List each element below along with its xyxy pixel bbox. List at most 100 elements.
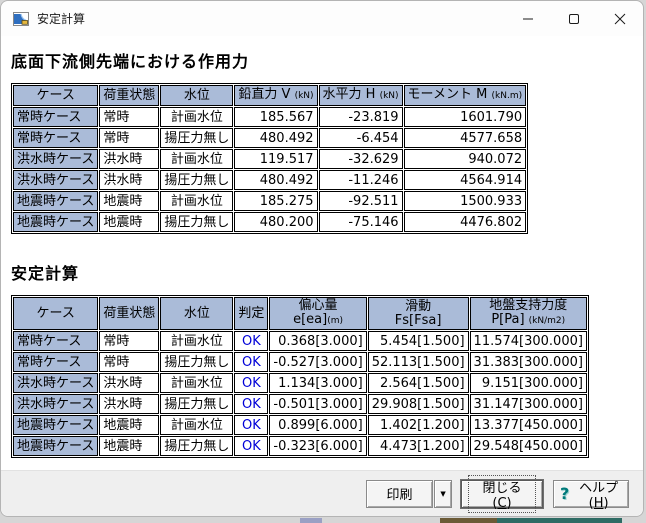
col-header-bearing-capacity: 地盤支持力度 P[Pa] (kN/m2) (469, 297, 587, 330)
cell-load: 常時 (99, 331, 160, 351)
cell-sliding: 5.454[1.500] (367, 331, 469, 351)
col-header-label: ケース (36, 306, 75, 321)
col-header-moment: モーメント M (kN.m) (403, 85, 527, 106)
help-question-icon: ? (560, 484, 570, 503)
cell-bearing-capacity: 13.377[450.000] (469, 415, 587, 435)
background-app-fragment (300, 518, 322, 523)
cell-case: 常時ケース (13, 107, 99, 127)
cell-load: 地震時 (99, 436, 160, 456)
cell-eccentricity: -0.501[3.000] (269, 394, 367, 414)
cell-eccentricity: 1.134[3.000] (269, 373, 367, 393)
col-header-case: ケース (13, 85, 99, 106)
cell-sliding: 29.908[1.500] (367, 394, 469, 414)
col-header-judgement: 判定 (234, 297, 269, 330)
cell-judgement: OK (234, 352, 269, 372)
col-header-level: 水位 (160, 297, 234, 330)
cell-bearing-capacity: 29.548[450.000] (469, 436, 587, 456)
close-button-label: 閉じる(C) (468, 474, 536, 513)
col-header-sublabel: e[ea](m) (273, 313, 362, 328)
cell-bearing-capacity: 9.151[300.000] (469, 373, 587, 393)
acting-forces-table: ケース 荷重状態 水位 鉛直力 V (kN) 水平力 H (kN) モーメント … (11, 83, 529, 234)
cell-eccentricity: 0.899[6.000] (269, 415, 367, 435)
cell-level: 計画水位 (160, 149, 234, 169)
col-header-horizontal-force: 水平力 H (kN) (318, 85, 403, 106)
table-row: 地震時ケース 地震時 計画水位 OK 0.899[6.000] 1.402[1.200] 1… (13, 415, 587, 435)
cell-sliding: 52.113[1.500] (367, 352, 469, 372)
cell-level: 計画水位 (160, 415, 234, 435)
cell-level: 揚圧力無し (160, 212, 234, 232)
dropdown-arrow-icon: ▼ (440, 489, 446, 498)
print-dropdown-button[interactable]: ▼ (434, 479, 452, 508)
col-header-unit: (m) (327, 316, 343, 326)
col-header-label: 偏心量 (298, 298, 338, 313)
print-button[interactable]: 印刷 (366, 479, 433, 508)
cell-load: 洪水時 (99, 373, 160, 393)
col-header-symbol: e[ea] (293, 312, 328, 327)
cell-level: 揚圧力無し (160, 170, 234, 190)
col-header-sublabel: Fs[Fsa] (372, 312, 465, 328)
col-header-load: 荷重状態 (99, 85, 160, 106)
maximize-button[interactable] (551, 1, 597, 36)
cell-level: 計画水位 (160, 107, 234, 127)
cell-moment: 1601.790 (403, 107, 527, 127)
cell-case: 地震時ケース (13, 212, 99, 232)
table-row: 洪水時ケース 洪水時 揚圧力無し OK -0.501[3.000] 29.908[1.50… (13, 394, 587, 414)
help-button-label: ヘルプ(H) (579, 480, 619, 511)
cell-load: 常時 (99, 107, 160, 127)
cell-judgement: OK (234, 415, 269, 435)
print-split-button: 印刷 ▼ (366, 479, 452, 508)
section1-heading: 底面下流側先端における作用力 (11, 52, 250, 71)
table-row: 常時ケース 常時 揚圧力無し 480.492 -6.454 4577.658 (13, 128, 527, 148)
cell-judgement: OK (234, 394, 269, 414)
cell-level: 揚圧力無し (160, 394, 234, 414)
cell-vertical-force: 480.492 (234, 170, 318, 190)
cell-case: 洪水時ケース (13, 373, 99, 393)
col-header-unit: (kN) (294, 91, 314, 101)
col-header-label: 鉛直力 V (238, 87, 295, 102)
table-row: 洪水時ケース 洪水時 計画水位 119.517 -32.629 940.072 (13, 149, 527, 169)
table-row: 地震時ケース 地震時 揚圧力無し 480.200 -75.146 4476.802 (13, 212, 527, 232)
cell-case: 洪水時ケース (13, 149, 99, 169)
col-header-symbol: P[Pa] (491, 312, 529, 327)
cell-judgement: OK (234, 373, 269, 393)
cell-case: 常時ケース (13, 128, 99, 148)
stability-calculation-dialog: 安定計算 底面下流側先端における作用力 ケース 荷重状態 水位 鉛直力 V (k… (0, 0, 644, 517)
col-header-unit: (kN/m2) (528, 316, 566, 326)
dialog-content: 底面下流側先端における作用力 ケース 荷重状態 水位 鉛直力 V (kN) 水平… (1, 36, 643, 470)
close-dialog-button[interactable]: 閉じる(C) (461, 474, 543, 513)
col-header-label: 地盤支持力度 (489, 298, 568, 313)
cell-moment: 1500.933 (403, 191, 527, 211)
weir-icon (13, 11, 29, 27)
cell-case: 地震時ケース (13, 436, 99, 456)
cell-vertical-force: 119.517 (234, 149, 318, 169)
cell-load: 地震時 (99, 415, 160, 435)
col-header-unit: (kN.m) (491, 91, 523, 101)
cell-horizontal-force: -32.629 (318, 149, 403, 169)
cell-level: 揚圧力無し (160, 128, 234, 148)
cell-horizontal-force: -11.246 (318, 170, 403, 190)
cell-eccentricity: 0.368[3.000] (269, 331, 367, 351)
table-row: 常時ケース 常時 計画水位 OK 0.368[3.000] 5.454[1.500] 11.… (13, 331, 587, 351)
table-row: 常時ケース 常時 計画水位 185.567 -23.819 1601.790 (13, 107, 527, 127)
minimize-button[interactable] (505, 1, 551, 36)
cell-horizontal-force: -6.454 (318, 128, 403, 148)
cell-moment: 4564.914 (403, 170, 527, 190)
cell-case: 地震時ケース (13, 415, 99, 435)
cell-bearing-capacity: 11.574[300.000] (469, 331, 587, 351)
header-row: ケース 荷重状態 水位 鉛直力 V (kN) 水平力 H (kN) モーメント … (13, 85, 527, 106)
close-button[interactable] (597, 1, 643, 36)
cell-moment: 940.072 (403, 149, 527, 169)
col-header-label: 滑動 (405, 298, 432, 314)
cell-level: 計画水位 (160, 191, 234, 211)
stability-calculation-table: ケース 荷重状態 水位 判定 偏心量 e[ea](m) 滑動 Fs[Fsa] 地盤支… (11, 295, 589, 458)
cell-level: 揚圧力無し (160, 436, 234, 456)
cell-eccentricity: -0.527[3.000] (269, 352, 367, 372)
cell-judgement: OK (234, 436, 269, 456)
col-header-eccentricity: 偏心量 e[ea](m) (269, 297, 367, 330)
cell-vertical-force: 185.275 (234, 191, 318, 211)
cell-level: 計画水位 (160, 373, 234, 393)
help-button[interactable]: ? ヘルプ(H) (553, 479, 629, 511)
table-row: 常時ケース 常時 揚圧力無し OK -0.527[3.000] 52.113[1.500]… (13, 352, 587, 372)
cell-load: 洪水時 (99, 149, 160, 169)
col-header-symbol: Fs[Fsa] (394, 312, 442, 328)
